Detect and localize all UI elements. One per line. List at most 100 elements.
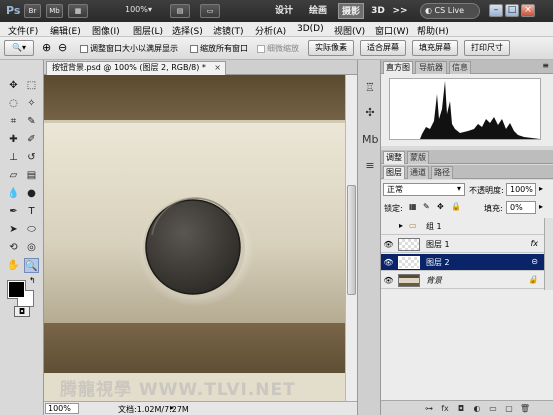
zoom-out-icon[interactable]: ⊖ xyxy=(58,41,67,54)
eye-icon[interactable]: 👁 xyxy=(383,275,394,286)
blend-mode-select[interactable]: 正常 xyxy=(383,183,465,196)
minimize-button[interactable]: – xyxy=(489,4,503,17)
scrollbar-thumb[interactable] xyxy=(347,185,356,295)
fill-screen-button[interactable]: 填充屏幕 xyxy=(412,40,458,56)
panel-menu-icon[interactable]: ≡ xyxy=(542,61,549,70)
eyedropper-icon[interactable]: ✎ xyxy=(24,114,39,129)
extras-icon[interactable]: ▦ xyxy=(68,4,88,18)
fit-screen-button[interactable]: 适合屏幕 xyxy=(360,40,406,56)
history-brush-icon[interactable]: ↺ xyxy=(24,150,39,165)
actual-pixels-button[interactable]: 实际像素 xyxy=(308,40,354,56)
expand-arrow-icon[interactable]: ▸ xyxy=(399,221,403,230)
opacity-arrow-icon[interactable]: ▸ xyxy=(539,184,543,193)
swap-colors-icon[interactable]: ↰ xyxy=(29,276,36,285)
pen-tool-icon[interactable]: ✒ xyxy=(6,204,21,219)
scrubby-zoom-checkbox[interactable]: 细微缩放 xyxy=(257,43,299,54)
panel-options-icon[interactable]: ≡ xyxy=(362,158,378,174)
menu-layer[interactable]: 图层(L) xyxy=(133,24,163,37)
menu-filter[interactable]: 滤镜(T) xyxy=(213,24,244,37)
menu-3d[interactable]: 3D(D) xyxy=(297,24,324,34)
document-canvas[interactable] xyxy=(44,75,345,401)
menu-image[interactable]: 图像(I) xyxy=(92,24,120,37)
layer-row-background[interactable]: 👁 背景 🔒 xyxy=(381,272,544,289)
layers-scrollbar[interactable] xyxy=(544,218,553,290)
brush-tool-icon[interactable]: ✐ xyxy=(24,132,39,147)
workspace-design[interactable]: 设计 xyxy=(271,3,297,19)
cs-live-button[interactable]: ◐ CS Live xyxy=(420,3,480,19)
shape-tool-icon[interactable]: ⬭ xyxy=(24,222,39,237)
tab-histogram[interactable]: 直方图 xyxy=(383,61,413,74)
menu-analysis[interactable]: 分析(A) xyxy=(255,24,286,37)
arrange-docs-icon[interactable]: ▤ xyxy=(170,4,190,18)
tab-layers[interactable]: 图层 xyxy=(383,166,405,179)
gradient-tool-icon[interactable]: ▤ xyxy=(24,168,39,183)
more-workspaces-button[interactable]: >> xyxy=(392,3,408,19)
delete-layer-icon[interactable]: 🗑 xyxy=(519,403,531,414)
eye-icon[interactable]: 👁 xyxy=(383,257,394,268)
layer-row-layer2[interactable]: 👁 图层 2 ⊝ xyxy=(381,254,544,271)
healing-brush-icon[interactable]: ✚ xyxy=(6,132,21,147)
tab-paths[interactable]: 路径 xyxy=(431,166,453,179)
menu-edit[interactable]: 编辑(E) xyxy=(50,24,81,37)
workspace-3d[interactable]: 3D xyxy=(370,3,386,19)
type-tool-icon[interactable]: T xyxy=(24,204,39,219)
vertical-scrollbar[interactable] xyxy=(345,75,357,401)
workspace-painting[interactable]: 绘画 xyxy=(305,3,331,19)
tool-preset-picker[interactable]: 🔍▾ xyxy=(4,40,34,56)
add-mask-icon[interactable]: ◘ xyxy=(455,403,467,414)
status-menu-arrow-icon[interactable]: ▸ xyxy=(170,403,174,412)
lock-position-icon[interactable]: ✥ xyxy=(437,202,444,211)
lock-image-icon[interactable]: ✎ xyxy=(423,202,430,211)
crop-tool-icon[interactable]: ⌗ xyxy=(6,114,21,129)
menu-view[interactable]: 视图(V) xyxy=(334,24,365,37)
bridge-button[interactable]: Br xyxy=(24,4,41,18)
path-selection-icon[interactable]: ➤ xyxy=(6,222,21,237)
move-tool-icon[interactable]: ✥ xyxy=(6,78,21,93)
layer-row-group1[interactable]: ▸ ▭ 组 1 xyxy=(381,218,544,235)
tab-adjustments[interactable]: 调整 xyxy=(383,151,405,164)
close-document-icon[interactable]: × xyxy=(214,62,221,74)
zoom-all-checkbox[interactable]: 缩放所有窗口 xyxy=(190,43,248,54)
layer-row-layer1[interactable]: 👁 图层 1 fx xyxy=(381,236,544,253)
quick-mask-icon[interactable]: ◘ xyxy=(14,306,30,317)
foreground-color[interactable] xyxy=(8,281,25,298)
close-button[interactable]: × xyxy=(521,4,535,17)
tab-masks[interactable]: 蒙版 xyxy=(407,151,429,164)
blur-tool-icon[interactable]: 💧 xyxy=(6,186,21,201)
history-panel-icon[interactable]: ♖ xyxy=(362,80,378,96)
maximize-button[interactable]: □ xyxy=(505,4,519,17)
layer-style-icon[interactable]: fx xyxy=(439,403,451,414)
opacity-field[interactable]: 100% xyxy=(506,183,536,196)
hand-tool-icon[interactable]: ✋ xyxy=(6,258,21,273)
zoom-in-icon[interactable]: ⊕ xyxy=(42,41,51,54)
resize-windows-checkbox[interactable]: 调整窗口大小以满屏显示 xyxy=(80,43,178,54)
eraser-tool-icon[interactable]: ▱ xyxy=(6,168,21,183)
lasso-tool-icon[interactable]: ◌ xyxy=(6,96,21,111)
3d-orbit-icon[interactable]: ◎ xyxy=(24,240,39,255)
tab-navigator[interactable]: 导航器 xyxy=(415,61,447,74)
workspace-photography[interactable]: 摄影 xyxy=(338,3,364,19)
actions-panel-icon[interactable]: ✣ xyxy=(362,105,378,121)
new-layer-icon[interactable]: ▢ xyxy=(503,403,515,414)
zoom-tool-icon[interactable]: 🔍 xyxy=(24,258,39,273)
menu-window[interactable]: 窗口(W) xyxy=(375,24,409,37)
new-group-icon[interactable]: ▭ xyxy=(487,403,499,414)
mini-bridge-panel-icon[interactable]: Mb xyxy=(362,132,378,148)
tab-info[interactable]: 信息 xyxy=(449,61,471,74)
print-size-button[interactable]: 打印尺寸 xyxy=(464,40,510,56)
menu-select[interactable]: 选择(S) xyxy=(172,24,203,37)
marquee-tool-icon[interactable]: ⬚ xyxy=(24,78,39,93)
magic-wand-icon[interactable]: ✧ xyxy=(24,96,39,111)
lock-transparent-icon[interactable]: ▦ xyxy=(409,202,417,211)
status-zoom-field[interactable]: 100% xyxy=(45,403,79,414)
3d-rotate-icon[interactable]: ⟲ xyxy=(6,240,21,255)
adjustment-layer-icon[interactable]: ◐ xyxy=(471,403,483,414)
zoom-dropdown-icon[interactable]: ▾ xyxy=(148,5,152,14)
lock-all-icon[interactable]: 🔒 xyxy=(451,202,461,211)
dodge-tool-icon[interactable]: ● xyxy=(24,186,39,201)
fill-field[interactable]: 0% xyxy=(506,201,536,214)
link-layers-icon[interactable]: ⊶ xyxy=(423,403,435,414)
menu-help[interactable]: 帮助(H) xyxy=(417,24,449,37)
zoom-level[interactable]: 100% xyxy=(125,5,148,14)
menu-file[interactable]: 文件(F) xyxy=(8,24,38,37)
